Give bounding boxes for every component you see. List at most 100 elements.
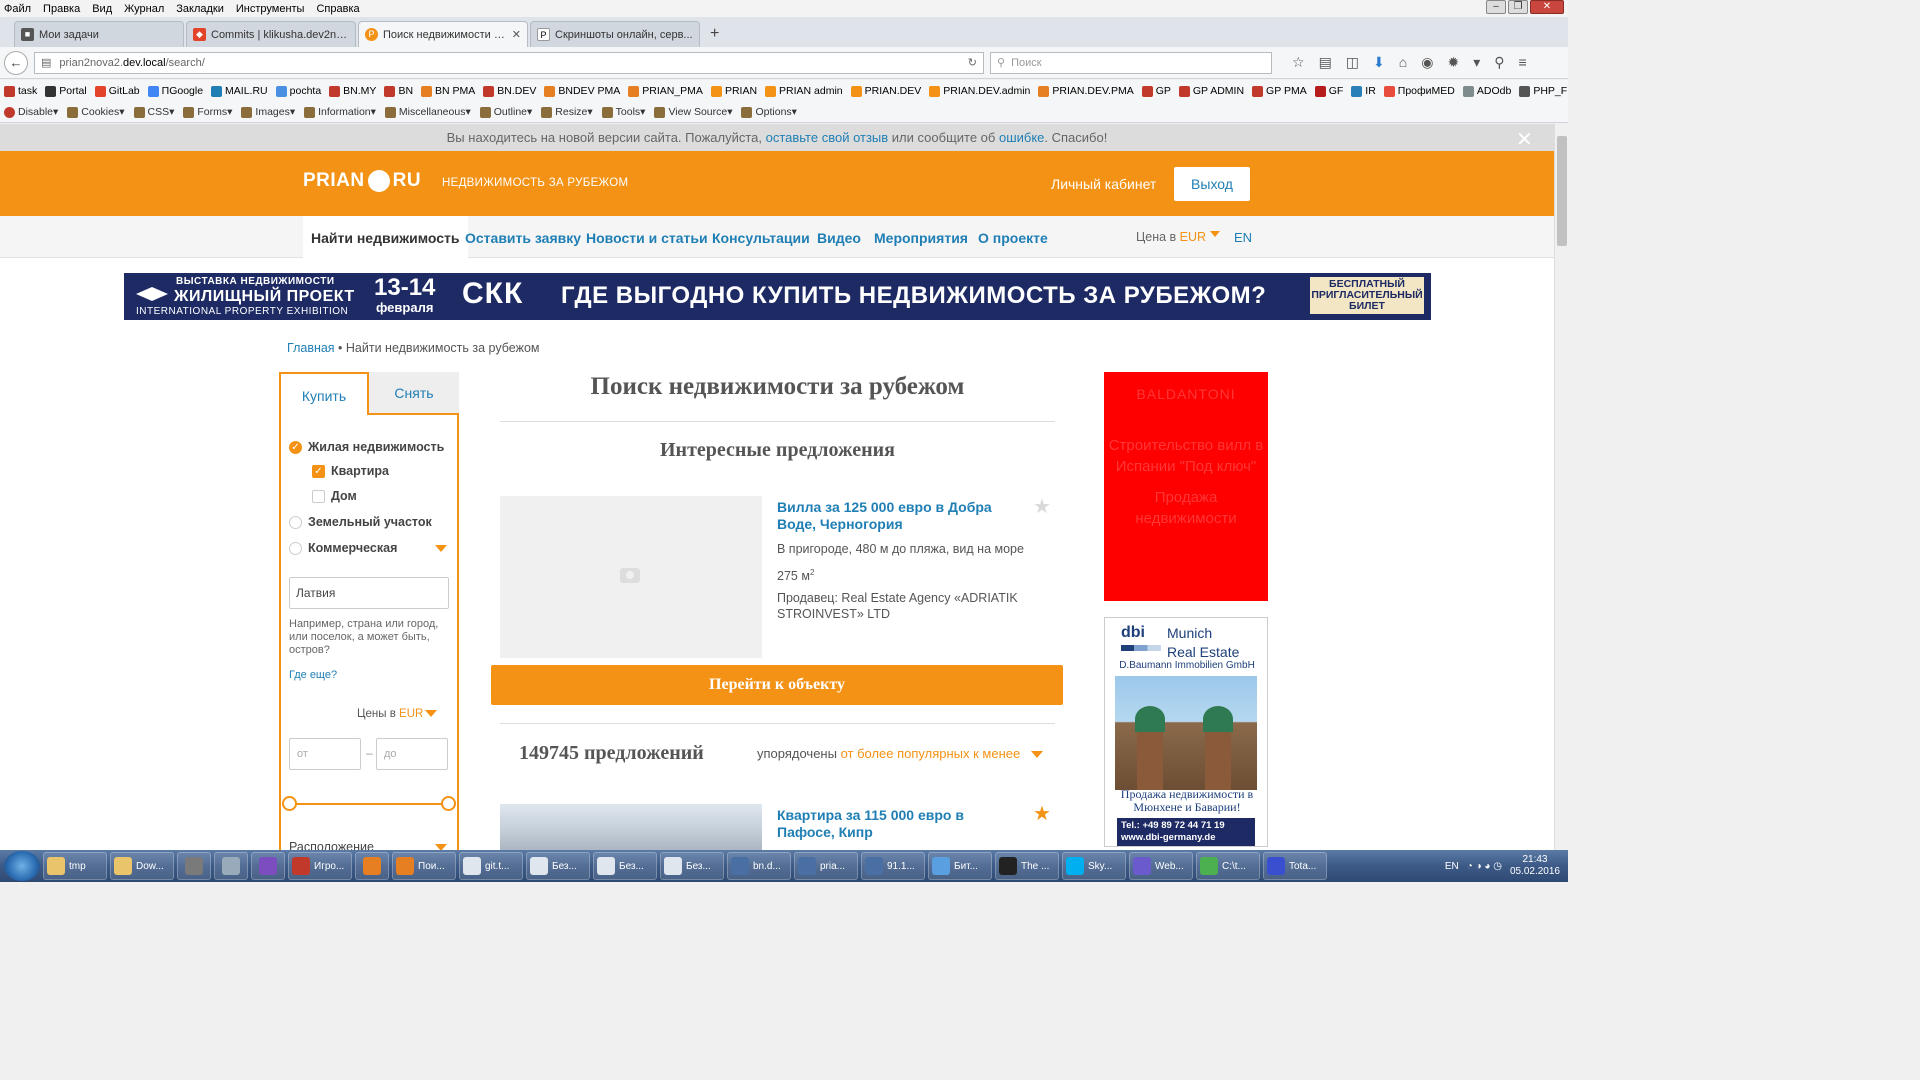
extension-icon[interactable]: ✹ [1447, 54, 1459, 71]
bookmark-item[interactable]: Portal [45, 85, 87, 97]
tray-icons[interactable]: ◔ ◑ ◕ ◷ [1467, 861, 1502, 872]
baldantoni-ad[interactable]: BALDANTONI Строительство вилл в Испании … [1104, 372, 1268, 601]
bookmark-item[interactable]: GitLab [94, 85, 140, 97]
pocket-icon[interactable]: ◫ [1346, 54, 1359, 71]
new-tab-button[interactable]: + [702, 25, 727, 47]
devtool-menu-item[interactable]: Cookies▾ [67, 106, 125, 118]
nav-find-property[interactable]: Найти недвижимость [303, 216, 468, 258]
bookmark-item[interactable]: ПрофиMED [1383, 85, 1455, 97]
nav-submit-request[interactable]: Оставить заявку [465, 216, 581, 258]
nav-about[interactable]: О проекте [978, 216, 1048, 258]
page-scrollbar[interactable] [1554, 124, 1568, 850]
apartment-checkbox[interactable]: ✓ Квартира [312, 464, 389, 478]
taskbar-item[interactable]: Бит... [928, 852, 992, 880]
bookmark-item[interactable]: PHP_F [1519, 85, 1567, 97]
price-slider-track[interactable] [291, 803, 447, 805]
devtool-menu-item[interactable]: Miscellaneous▾ [384, 106, 471, 118]
chevron-down-icon[interactable] [425, 710, 437, 717]
site-logo[interactable]: PRIAN RU [303, 170, 421, 192]
language-switch[interactable]: EN [1234, 230, 1252, 245]
hamburger-menu-icon[interactable]: ≡ [1518, 54, 1526, 71]
menu-dropdown-icon[interactable]: ▾ [1473, 54, 1480, 71]
bookmark-item[interactable]: BNDEV PMA [544, 85, 620, 97]
commercial-radio[interactable]: Коммерческая [289, 541, 397, 555]
tab-search-active[interactable]: P Поиск недвижимости за ... ✕ [358, 21, 528, 47]
tab-buy[interactable]: Купить [279, 372, 369, 415]
scrollbar-thumb[interactable] [1557, 136, 1567, 246]
download-icon[interactable]: ⬇ [1373, 54, 1385, 71]
bookmark-item[interactable]: PRIAN [710, 85, 757, 97]
land-radio[interactable]: Земельный участок [289, 515, 432, 529]
devtool-menu-item[interactable]: Disable▾ [4, 106, 58, 118]
bookmark-item[interactable]: pochta [275, 85, 321, 97]
listing-title-link[interactable]: Квартира за 115 000 евро в Пафосе, Кипр [777, 807, 1022, 841]
taskbar-item[interactable] [251, 852, 285, 880]
bookmark-item[interactable]: task [4, 85, 37, 97]
taskbar-item[interactable]: Sky... [1062, 852, 1126, 880]
taskbar-item[interactable]: bn.d... [727, 852, 791, 880]
bookmark-item[interactable]: PRIAN.DEV.admin [929, 85, 1030, 97]
bookmark-item[interactable]: GP ADMIN [1178, 85, 1244, 97]
listing-photo[interactable] [500, 804, 762, 850]
taskbar-item[interactable]: git.t... [459, 852, 523, 880]
tab-commits[interactable]: ◆ Commits | klikusha.dev2no... [186, 21, 356, 47]
url-bar[interactable]: ▤ prian2nova2.dev.local/search/ ↻ [34, 51, 984, 74]
devtool-menu-item[interactable]: Outline▾ [479, 106, 532, 118]
taskbar-item[interactable] [214, 852, 248, 880]
reading-list-icon[interactable]: ▤ [1319, 54, 1332, 71]
nav-events[interactable]: Мероприятия [874, 216, 968, 258]
nav-news[interactable]: Новости и статьи [586, 216, 708, 258]
menu-history[interactable]: Журнал [124, 3, 164, 15]
taskbar-item[interactable]: Игро... [288, 852, 352, 880]
menu-edit[interactable]: Правка [43, 3, 80, 15]
taskbar-item[interactable]: pria... [794, 852, 858, 880]
reload-icon[interactable]: ↻ [968, 56, 977, 69]
bookmark-star-icon[interactable]: ☆ [1292, 54, 1305, 71]
close-tab-icon[interactable]: ✕ [512, 28, 521, 41]
dbi-ad[interactable]: dbi Munich Real Estate D.Baumann Immobili… [1104, 617, 1268, 847]
price-slider-min-handle[interactable] [282, 796, 297, 811]
home-icon[interactable]: ⌂ [1399, 54, 1407, 71]
taskbar-item[interactable]: C:\t... [1196, 852, 1260, 880]
taskbar-item[interactable]: Web... [1129, 852, 1193, 880]
feedback-link[interactable]: оставьте свой отзыв [766, 130, 889, 145]
price-currency-selector[interactable]: Цена в EUR [1136, 230, 1206, 244]
close-window-button[interactable]: ✕ [1530, 0, 1564, 14]
taskbar-item[interactable] [177, 852, 211, 880]
site-identity-icon[interactable]: ▤ [41, 56, 51, 69]
taskbar-item[interactable]: Пои... [392, 852, 456, 880]
menu-file[interactable]: Файл [4, 3, 31, 15]
sort-selector[interactable]: упорядочены от более популярных к менее [757, 746, 1020, 761]
taskbar-item[interactable]: tmp [43, 852, 107, 880]
devtool-menu-item[interactable]: Images▾ [241, 106, 295, 118]
residential-radio[interactable]: ✓ Жилая недвижимость [289, 440, 444, 454]
exhibition-banner[interactable]: ВЫСТАВКА НЕДВИЖИМОСТИ ЖИЛИЩНЫЙ ПРОЕКТ IN… [124, 273, 1431, 320]
bookmark-item[interactable]: ADOdb [1462, 85, 1511, 97]
tab-my-tasks[interactable]: ■ Мои задачи [14, 21, 184, 47]
bookmark-item[interactable]: BN [384, 85, 413, 97]
clock[interactable]: 21:43 05.02.2016 [1510, 854, 1560, 878]
devtool-menu-item[interactable]: Tools▾ [601, 106, 645, 118]
menu-help[interactable]: Справка [316, 3, 359, 15]
taskbar-item[interactable]: Без... [526, 852, 590, 880]
bookmark-item[interactable]: PRIAN.DEV.PMA [1038, 85, 1134, 97]
breadcrumb-home[interactable]: Главная [287, 341, 335, 355]
minimize-button[interactable]: – [1486, 0, 1506, 14]
layout-filter-label[interactable]: Расположение [289, 840, 374, 850]
language-indicator[interactable]: EN [1445, 861, 1459, 872]
menu-tools[interactable]: Инструменты [236, 3, 305, 15]
taskbar-item[interactable]: Dow... [110, 852, 174, 880]
chevron-down-icon[interactable] [435, 545, 447, 552]
bookmark-item[interactable]: GF [1314, 85, 1343, 97]
bookmark-item[interactable]: MAIL.RU [211, 85, 268, 97]
tools-icon[interactable]: ⚲ [1494, 54, 1504, 71]
house-checkbox[interactable]: Дом [312, 489, 357, 503]
bookmark-item[interactable]: PRIAN admin [765, 85, 843, 97]
devtool-menu-item[interactable]: Options▾ [741, 106, 797, 118]
devtool-menu-item[interactable]: Forms▾ [183, 106, 232, 118]
search-bar[interactable]: ⚲ Поиск [990, 51, 1272, 74]
bookmark-item[interactable]: PRIAN_PMA [628, 85, 703, 97]
bookmark-item[interactable]: GP PMA [1252, 85, 1307, 97]
favorite-star-active-icon[interactable]: ★ [1033, 801, 1051, 826]
tab-screenshots[interactable]: P Скриншоты онлайн, серв... [530, 21, 700, 47]
